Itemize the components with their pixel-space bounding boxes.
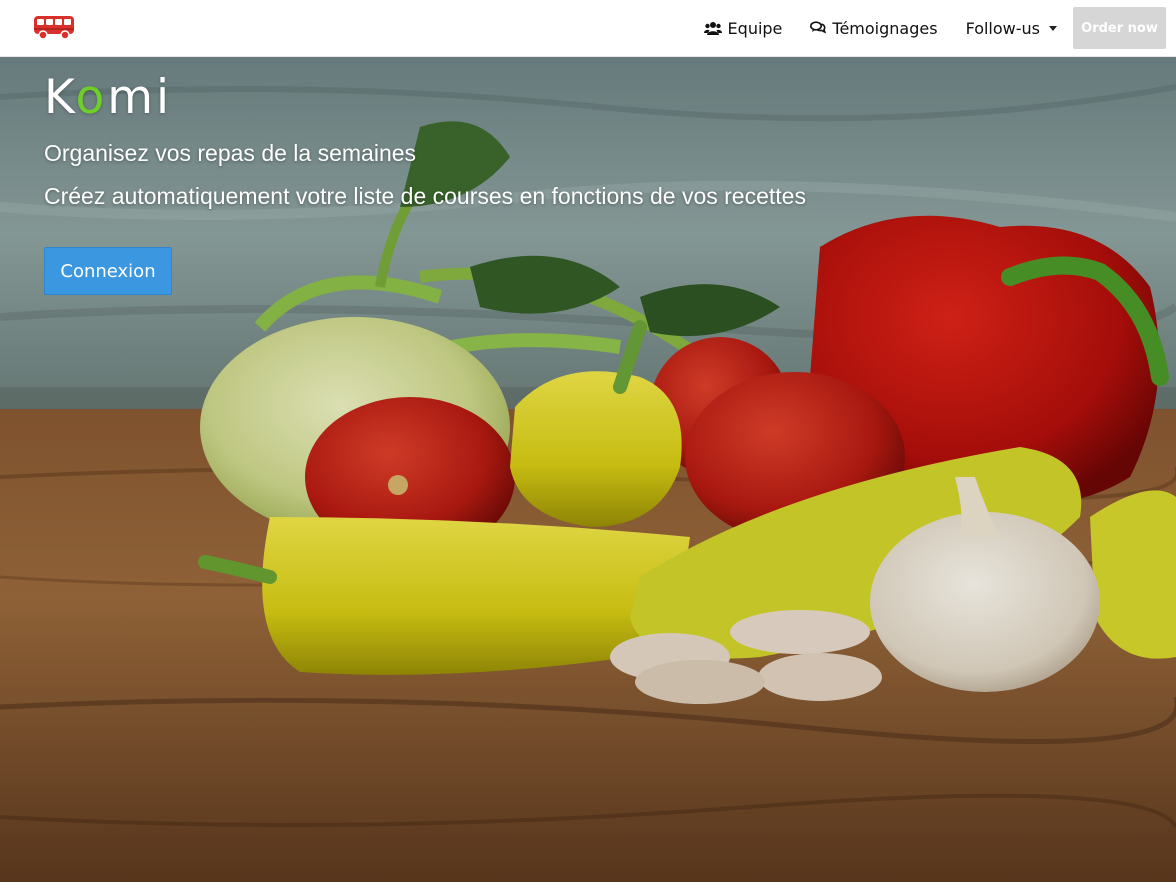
connexion-button[interactable]: Connexion bbox=[44, 247, 172, 295]
nav-link-follow-us[interactable]: Follow-us bbox=[952, 7, 1071, 49]
order-now-button[interactable]: Order now bbox=[1073, 7, 1166, 49]
logo-letter-o: o bbox=[75, 70, 108, 125]
hero-tagline-secondary: Créez automatiquement votre liste de cou… bbox=[44, 183, 806, 209]
nav-link-label: Equipe bbox=[727, 18, 783, 38]
nav-link-temoignages[interactable]: Témoignages bbox=[796, 7, 951, 49]
nav-menu: Equipe Témoignages Follow-us Order now bbox=[690, 7, 1166, 49]
chevron-down-icon bbox=[1049, 25, 1057, 31]
nav-link-equipe[interactable]: Equipe bbox=[690, 7, 797, 49]
comments-icon bbox=[810, 21, 827, 34]
hero-section: Komi Organisez vos repas de la semaines … bbox=[0, 57, 1176, 882]
hero-tagline-primary: Organisez vos repas de la semaines bbox=[44, 140, 417, 166]
nav-link-label: Témoignages bbox=[832, 18, 938, 38]
komi-logo: Komi bbox=[44, 71, 806, 125]
brand-logo[interactable] bbox=[32, 12, 76, 42]
users-icon bbox=[703, 22, 722, 35]
logo-letter-k: K bbox=[44, 70, 76, 125]
nav-link-label: Follow-us bbox=[965, 18, 1040, 38]
hero-content: Komi Organisez vos repas de la semaines … bbox=[44, 71, 806, 295]
bus-icon bbox=[34, 16, 74, 40]
logo-letters-mi: mi bbox=[107, 70, 173, 125]
navbar: Equipe Témoignages Follow-us Order now bbox=[0, 0, 1176, 57]
